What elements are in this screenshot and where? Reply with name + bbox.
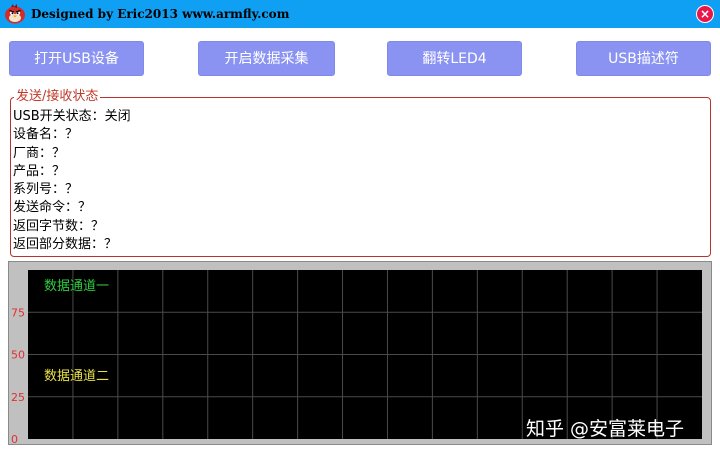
angry-bird-icon	[5, 4, 25, 24]
status-group-title: 发送/接收状态	[14, 88, 101, 106]
usb-descriptor-button[interactable]: USB描述符	[576, 41, 711, 76]
title-bar: Designed by Eric2013 www.armfly.com ×	[0, 0, 720, 28]
series-label: 数据通道一	[44, 279, 109, 294]
status-serial: 系列号：？	[13, 182, 79, 198]
status-send-command: 发送命令：？	[13, 200, 92, 216]
status-return-bytes: 返回字节数：？	[13, 218, 105, 234]
status-device-name: 设备名：？	[13, 127, 79, 143]
watermark: 知乎 @安富莱电子	[526, 418, 685, 440]
series-label: 数据通道二	[44, 369, 109, 384]
status-usb-switch: USB开关状态：关闭	[13, 109, 131, 124]
window-title: Designed by Eric2013 www.armfly.com	[31, 7, 290, 21]
status-product: 产品：？	[13, 163, 66, 179]
status-lines: USB开关状态：关闭 设备名：？ 厂商：？ 产品：？ 系列号：？ 发送命令：？ …	[13, 108, 131, 254]
y-tick-label: 0	[11, 433, 18, 444]
open-usb-button[interactable]: 打开USB设备	[9, 41, 144, 76]
y-tick-label: 50	[11, 349, 25, 362]
status-vendor: 厂商：？	[13, 145, 66, 161]
y-tick-label: 25	[11, 391, 25, 404]
y-tick-label: 75	[11, 306, 25, 319]
start-acquisition-button[interactable]: 开启数据采集	[198, 41, 335, 76]
close-button[interactable]: ×	[696, 5, 714, 23]
status-return-data: 返回部分数据：？	[13, 237, 118, 253]
toggle-led-button[interactable]: 翻转LED4	[387, 41, 522, 76]
